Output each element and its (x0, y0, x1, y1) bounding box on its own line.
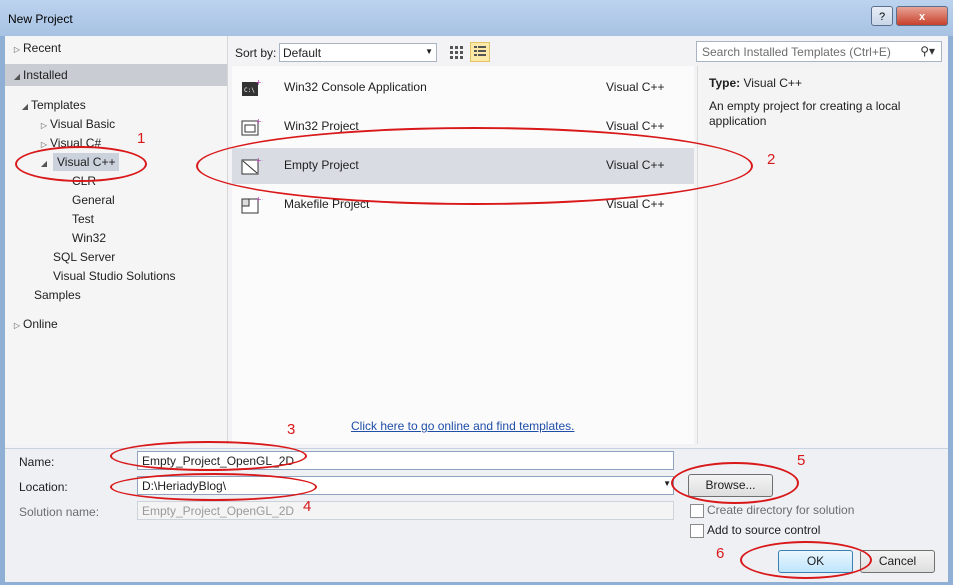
expand-arrow-icon: ▷ (13, 321, 21, 330)
sort-by-dropdown[interactable]: Default ▼ (279, 43, 437, 62)
location-label: Location: (19, 480, 68, 494)
tree-item-vs-solutions[interactable]: Visual Studio Solutions (53, 267, 176, 285)
annotation-ellipse (110, 441, 307, 471)
svg-text:C:\: C:\ (244, 87, 255, 94)
tree-item-installed[interactable]: ◢ Installed (5, 64, 227, 86)
collapse-arrow-icon: ◢ (13, 72, 21, 81)
create-directory-label: Create directory for solution (707, 503, 855, 517)
annotation-ellipse (110, 473, 317, 501)
template-details: Type: Visual C++ An empty project for cr… (697, 66, 944, 444)
tree-item-sql-server[interactable]: SQL Server (53, 248, 115, 266)
grid-view-button[interactable] (447, 43, 465, 61)
sort-by-label: Sort by: (235, 46, 277, 60)
annotation-number: 1 (137, 130, 146, 147)
help-button[interactable]: ? (871, 6, 893, 26)
template-language: Visual C++ (606, 119, 665, 133)
template-name: Win32 Console Application (284, 80, 427, 94)
svg-text:++: ++ (255, 195, 263, 204)
tree-item-test[interactable]: Test (72, 210, 94, 228)
type-label: Type: (709, 76, 741, 90)
online-templates-link[interactable]: Click here to go online and find templat… (351, 419, 574, 433)
search-templates-input[interactable]: Search Installed Templates (Ctrl+E) ⚲▾ (696, 41, 942, 62)
template-description: An empty project for creating a local ap… (709, 99, 901, 128)
list-view-icon (474, 46, 486, 56)
makefile-project-icon: ++ (241, 195, 263, 214)
svg-text:++: ++ (255, 78, 263, 87)
annotation-number: 6 (716, 545, 725, 562)
title-bar (0, 0, 953, 36)
add-source-control-label: Add to source control (707, 523, 821, 537)
tree-item-visual-basic[interactable]: ▷ Visual Basic (38, 115, 115, 133)
tree-item-label: Online (23, 317, 58, 331)
annotation-number: 5 (797, 452, 806, 469)
annotation-ellipse (196, 127, 753, 205)
collapse-arrow-icon: ◢ (21, 102, 29, 111)
close-icon: x (918, 11, 926, 23)
help-icon: ? (878, 11, 886, 23)
annotation-ellipse (671, 462, 799, 504)
type-value: Visual C++ (743, 76, 802, 90)
search-icon: ⚲▾ (920, 44, 935, 58)
tree-item-win32[interactable]: Win32 (72, 229, 106, 247)
sort-by-value: Default (283, 46, 322, 60)
solution-name-input[interactable]: Empty_Project_OpenGL_2D (137, 501, 674, 520)
annotation-ellipse (15, 146, 147, 182)
expand-arrow-icon: ▷ (13, 45, 21, 54)
list-view-button[interactable] (470, 42, 490, 62)
chevron-down-icon: ▼ (425, 47, 433, 56)
chevron-down-icon: ▼ (663, 479, 671, 488)
template-language: Visual C++ (606, 80, 665, 94)
name-label: Name: (19, 455, 55, 469)
tree-item-label: Visual Basic (50, 117, 116, 131)
console-app-icon: C:\++ (242, 78, 263, 96)
add-source-control-checkbox[interactable] (690, 524, 704, 538)
type-row: Type: Visual C++ (709, 76, 802, 90)
tree-item-general[interactable]: General (72, 191, 115, 209)
create-directory-checkbox[interactable] (690, 504, 704, 518)
svg-text:++: ++ (255, 117, 263, 126)
close-button[interactable]: x (896, 6, 948, 26)
grid-view-icon (450, 46, 463, 59)
annotation-ellipse (740, 541, 872, 579)
tree-item-label: Recent (23, 41, 62, 55)
template-tree: ▷ Recent ◢ Installed ◢ Templates ▷ Visual Ba… (5, 36, 228, 444)
search-placeholder: Search Installed Templates (Ctrl+E) (702, 45, 891, 59)
solution-name-label: Solution name: (19, 505, 100, 519)
annotation-number: 3 (287, 421, 296, 438)
tree-item-online[interactable]: ▷ Online (11, 315, 58, 333)
win32-project-icon: ++ (241, 117, 263, 136)
tree-item-label: Templates (31, 98, 86, 112)
window-title: New Project (8, 12, 73, 26)
annotation-number: 2 (767, 151, 776, 168)
annotation-number: 4 (303, 498, 312, 515)
tree-item-label: Installed (23, 68, 68, 82)
tree-item-recent[interactable]: ▷ Recent (11, 39, 61, 57)
expand-arrow-icon: ▷ (40, 121, 48, 130)
template-list: C:\++ Win32 Console Application Visual C… (232, 66, 694, 444)
tree-item-templates[interactable]: ◢ Templates (19, 96, 86, 114)
template-item[interactable]: C:\++ Win32 Console Application Visual C… (232, 70, 694, 106)
tree-item-samples[interactable]: Samples (34, 286, 81, 304)
